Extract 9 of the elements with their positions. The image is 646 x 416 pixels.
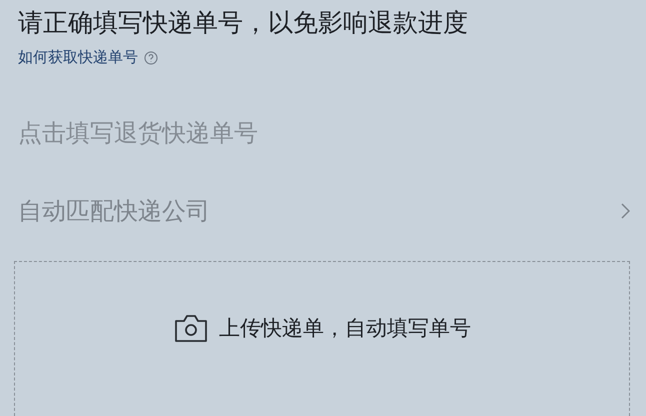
courier-label: 自动匹配快递公司 (18, 196, 210, 227)
help-link[interactable]: 如何获取快递单号 (18, 48, 138, 67)
tracking-number-field[interactable]: 点击填写退货快递单号 (18, 115, 630, 151)
help-icon[interactable] (144, 50, 158, 64)
notice-text: 请正确填写快递单号，以免影响退款进度 (18, 7, 469, 39)
camera-icon (173, 312, 209, 344)
upload-area[interactable]: 上传快递单，自动填写单号 (14, 261, 630, 416)
upload-button[interactable]: 上传快递单，自动填写单号 (173, 310, 471, 346)
chevron-right-icon (621, 203, 630, 219)
